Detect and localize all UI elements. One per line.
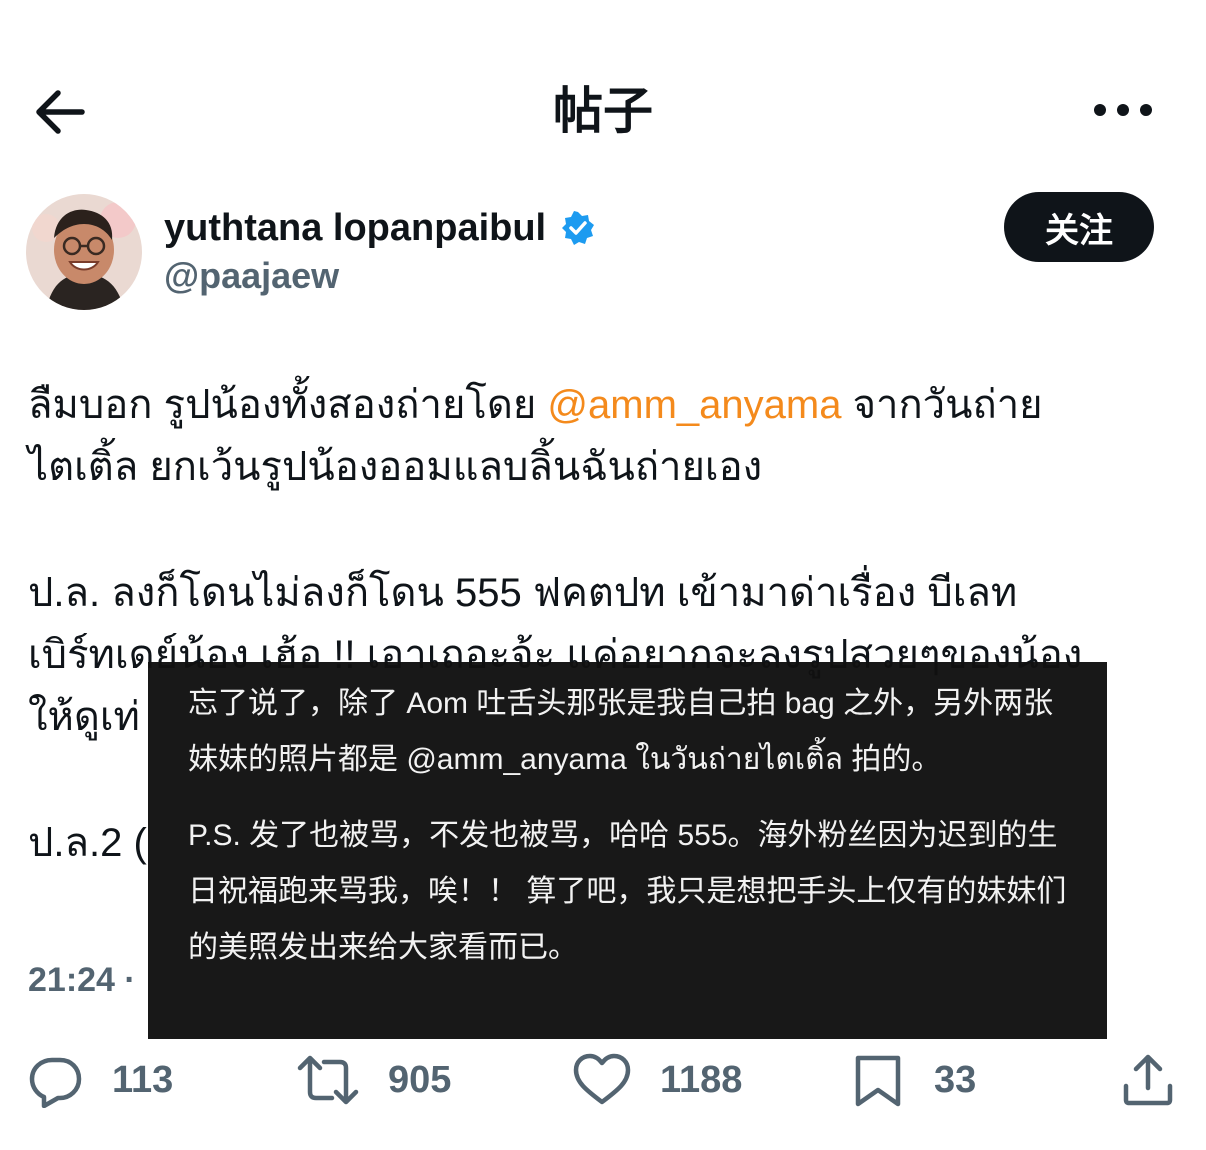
reply-icon [29, 1057, 82, 1108]
tweet-line-6: ป.ล.2 ( [28, 821, 147, 865]
tweet-line-3: ป.ล. ลงก็โดนไม่ลงก็โดน 555 ฟคตปท เข้ามาด… [28, 571, 1018, 615]
page-title: 帖子 [553, 83, 653, 139]
avatar-image [26, 194, 142, 310]
translation-paragraph-2: P.S. 发了也被骂，不发也被骂，哈哈 555。海外粉丝因为迟到的生日祝福跑来骂… [188, 819, 1067, 964]
avatar[interactable] [26, 194, 142, 310]
more-button[interactable] [1088, 90, 1158, 130]
share-button[interactable] [1120, 1050, 1176, 1110]
author-name-text: yuthtana lopanpaibul [164, 207, 547, 249]
like-count: 1188 [660, 1058, 743, 1101]
share-icon [1123, 1054, 1173, 1106]
bookmark-count: 33 [934, 1058, 977, 1101]
reply-button[interactable]: 113 [28, 1050, 173, 1110]
retweet-count: 905 [388, 1058, 452, 1101]
more-icon [1094, 104, 1152, 116]
translation-paragraph-1: 忘了说了，除了 Aom 吐舌头那张是我自己拍 bag 之外，另外两张妹妹的照片都… [188, 687, 1054, 776]
mention-link[interactable]: @amm_anyama [547, 383, 841, 427]
tweet-text: จากวันถ่าย [841, 383, 1043, 427]
tweet-line-5: ให้ดูเท่ [28, 695, 140, 739]
tweet-line-2: ไตเติ้ล ยกเว้นรูปน้องออมแลบลิ้นฉันถ่ายเอ… [28, 445, 763, 489]
author-name[interactable]: yuthtana lopanpaibul [164, 204, 596, 252]
tweet-text: ลืมบอก รูปน้องทั้งสองถ่ายโดย [28, 383, 548, 427]
retweet-icon [297, 1055, 359, 1105]
like-button[interactable]: 1188 [572, 1050, 742, 1110]
translation-overlay: 忘了说了，除了 Aom 吐舌头那张是我自己拍 bag 之外，另外两张妹妹的照片都… [148, 662, 1107, 1039]
tweet-line-1: ลืมบอก รูปน้องทั้งสองถ่ายโดย @amm_anyama… [28, 374, 1043, 436]
bookmark-icon [855, 1055, 901, 1107]
reply-count: 113 [112, 1058, 174, 1101]
bookmark-button[interactable]: 33 [850, 1050, 976, 1110]
like-icon [573, 1053, 631, 1105]
verified-icon [560, 210, 596, 246]
retweet-button[interactable]: 905 [296, 1050, 451, 1110]
tweet-timestamp[interactable]: 21:24 · [28, 958, 136, 1002]
follow-button[interactable]: 关注 [1004, 192, 1154, 262]
author-handle[interactable]: @paajaew [164, 252, 339, 300]
